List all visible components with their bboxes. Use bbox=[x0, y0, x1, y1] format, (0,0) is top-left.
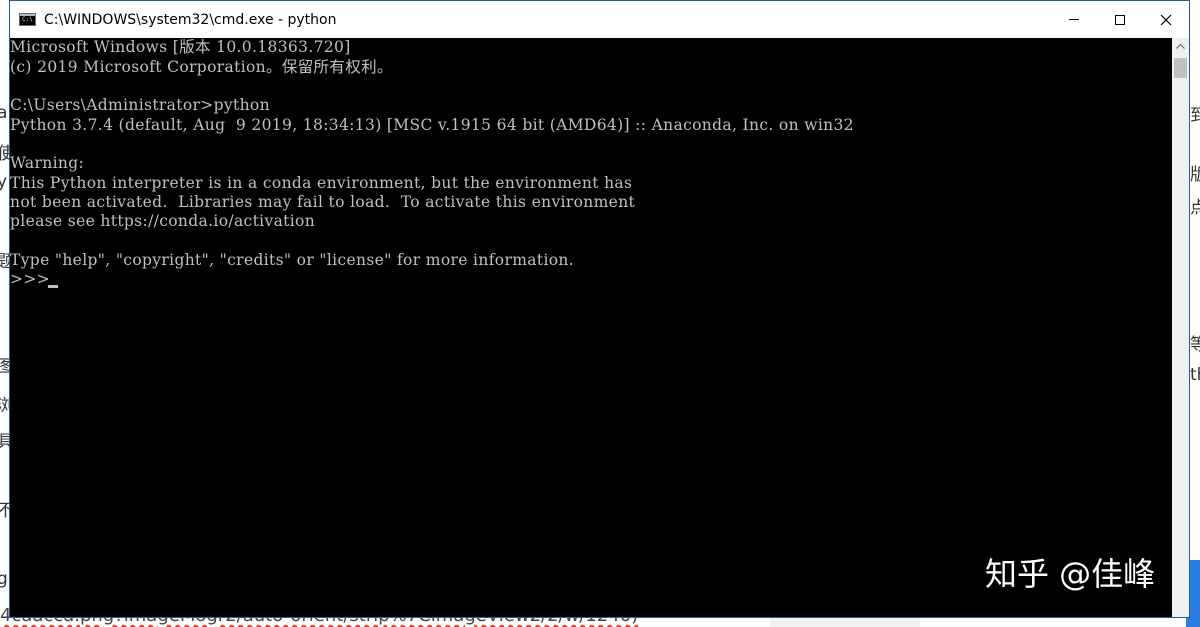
text-cursor bbox=[48, 285, 58, 288]
console-line: C:\Users\Administrator>python bbox=[10, 96, 270, 114]
maximize-icon bbox=[1115, 14, 1125, 25]
minimize-button[interactable] bbox=[1051, 1, 1097, 38]
cmd-window: C:\ C:\WINDOWS\system32\cmd.exe - python… bbox=[9, 0, 1190, 618]
console-line: This Python interpreter is in a conda en… bbox=[10, 174, 633, 192]
minimize-icon bbox=[1069, 19, 1079, 20]
console-line: Type "help", "copyright", "credits" or "… bbox=[10, 251, 575, 269]
console-line: Python 3.7.4 (default, Aug 9 2019, 18:34… bbox=[10, 116, 854, 134]
maximize-button[interactable] bbox=[1097, 1, 1143, 38]
console-line: Microsoft Windows [版本 10.0.18363.720] bbox=[10, 38, 351, 56]
close-button[interactable] bbox=[1143, 1, 1189, 38]
background-right-edge: 到 版 点 等 th bbox=[1190, 106, 1200, 385]
background-left-edge: a 使 y 题 图 浏 具 不 g bbox=[0, 103, 9, 589]
console-line: not been activated. Libraries may fail t… bbox=[10, 193, 636, 211]
window-title: C:\WINDOWS\system32\cmd.exe - python bbox=[44, 11, 337, 28]
zhihu-watermark: 知乎 @佳峰 bbox=[985, 555, 1156, 593]
cmd-icon-label: C:\ bbox=[22, 16, 33, 23]
console-line: Warning: bbox=[10, 154, 85, 172]
cmd-icon[interactable]: C:\ bbox=[19, 13, 36, 26]
close-icon bbox=[1160, 14, 1172, 25]
console-output[interactable]: Microsoft Windows [版本 10.0.18363.720] (c… bbox=[10, 38, 1172, 617]
title-bar[interactable]: C:\ C:\WINDOWS\system32\cmd.exe - python bbox=[10, 1, 1189, 38]
scroll-thumb[interactable] bbox=[1174, 58, 1187, 78]
vertical-scrollbar[interactable] bbox=[1172, 38, 1189, 617]
console-line: (c) 2019 Microsoft Corporation。保留所有权利。 bbox=[10, 58, 393, 76]
chevron-up-icon bbox=[1176, 44, 1185, 49]
console-line: please see https://conda.io/activation bbox=[10, 212, 316, 230]
scroll-up-button[interactable] bbox=[1172, 38, 1189, 55]
